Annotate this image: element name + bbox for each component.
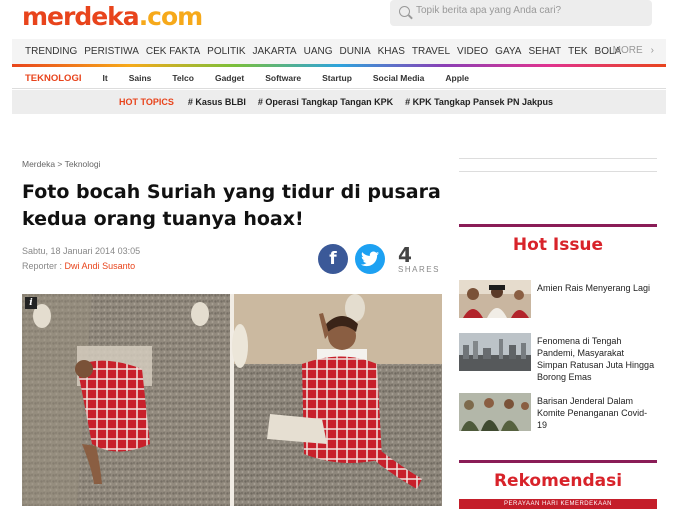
- rekomendasi-heading: Rekomendasi: [459, 460, 657, 491]
- subnav-item-apple[interactable]: Apple: [445, 73, 469, 83]
- sidebar-divider: [459, 158, 657, 172]
- share-count: 4: [398, 243, 412, 267]
- info-icon[interactable]: i: [25, 297, 37, 309]
- subnav-item-gadget[interactable]: Gadget: [215, 73, 244, 83]
- list-item[interactable]: Barisan Jenderal Dalam Komite Penanganan…: [459, 393, 657, 433]
- nav-item-peristiwa[interactable]: PERISTIWA: [84, 46, 146, 57]
- breadcrumb[interactable]: Merdeka > Teknologi: [22, 159, 101, 169]
- nav-item-trending[interactable]: TRENDING: [25, 46, 84, 57]
- nav-item-gaya[interactable]: GAYA: [495, 46, 528, 57]
- subnav-item-social-media[interactable]: Social Media: [373, 73, 425, 83]
- nav-item-jakarta[interactable]: JAKARTA: [253, 46, 304, 57]
- subnav-item-sains[interactable]: Sains: [129, 73, 152, 83]
- nav-more-button[interactable]: MORE ›: [605, 45, 654, 56]
- list-item[interactable]: Fenomena di Tengah Pandemi, Masyarakat S…: [459, 333, 657, 382]
- nav-item-dunia[interactable]: DUNIA: [340, 46, 378, 57]
- reporter-link[interactable]: Dwi Andi Susanto: [65, 261, 136, 271]
- nav-item-politik[interactable]: POLITIK: [207, 46, 252, 57]
- hot-issue-thumbnail: [459, 280, 531, 318]
- rekomendasi-banner[interactable]: PERAYAAN HARI KEMERDEKAAN: [459, 499, 657, 509]
- twitter-share-button[interactable]: [355, 244, 385, 274]
- main-nav: TRENDING PERISTIWA CEK FAKTA POLITIK JAK…: [12, 39, 666, 67]
- search-input[interactable]: [416, 5, 641, 16]
- list-item[interactable]: Amien Rais Menyerang Lagi: [459, 280, 657, 320]
- subnav-item-teknologi[interactable]: TEKNOLOGI: [25, 73, 81, 84]
- hot-topic-link[interactable]: # Operasi Tangkap Tangan KPK: [258, 97, 393, 107]
- top-header: merdeka.com: [0, 0, 678, 36]
- article-date: Sabtu, 18 Januari 2014 03:05: [22, 246, 141, 256]
- hot-issue-thumbnail: [459, 393, 531, 431]
- subnav-item-it[interactable]: It: [102, 73, 107, 83]
- article-photo-illustration: [22, 294, 442, 506]
- subnav-item-software[interactable]: Software: [265, 73, 301, 83]
- hot-issue-thumbnail-image: [459, 280, 531, 318]
- nav-item-uang[interactable]: UANG: [304, 46, 340, 57]
- search-box[interactable]: [390, 0, 652, 26]
- hot-topics-label: HOT TOPICS: [119, 97, 174, 107]
- hot-issue-thumbnail: [459, 333, 531, 371]
- sub-nav: TEKNOLOGI It Sains Telco Gadget Software…: [12, 68, 666, 89]
- article-photo[interactable]: i: [22, 294, 442, 506]
- hot-issue-title[interactable]: Amien Rais Menyerang Lagi: [537, 282, 655, 294]
- share-label: SHARES: [398, 265, 440, 274]
- reporter-label: Reporter :: [22, 261, 63, 271]
- hot-issue-title[interactable]: Barisan Jenderal Dalam Komite Penanganan…: [537, 395, 655, 431]
- hot-topic-link[interactable]: # Kasus BLBI: [188, 97, 246, 107]
- hot-issue-title[interactable]: Fenomena di Tengah Pandemi, Masyarakat S…: [537, 335, 655, 383]
- nav-more-label: MORE: [612, 45, 643, 56]
- nav-item-cek-fakta[interactable]: CEK FAKTA: [146, 46, 207, 57]
- site-logo[interactable]: merdeka.com: [22, 2, 204, 31]
- nav-item-travel[interactable]: TRAVEL: [412, 46, 457, 57]
- subnav-item-startup[interactable]: Startup: [322, 73, 352, 83]
- article-reporter: Reporter : Dwi Andi Susanto: [22, 261, 135, 271]
- nav-item-tek[interactable]: TEK: [568, 46, 594, 57]
- hot-issue-thumbnail-image: [459, 393, 531, 431]
- subnav-item-telco[interactable]: Telco: [172, 73, 194, 83]
- nav-item-sehat[interactable]: SEHAT: [528, 46, 568, 57]
- chevron-right-icon: ›: [650, 45, 654, 56]
- search-icon: [399, 6, 410, 17]
- twitter-icon: [361, 251, 379, 267]
- hot-topic-link[interactable]: # KPK Tangkap Pansek PN Jakpus: [405, 97, 553, 107]
- nav-item-video[interactable]: VIDEO: [457, 46, 495, 57]
- article-title: Foto bocah Suriah yang tidur di pusara k…: [22, 181, 441, 230]
- facebook-share-button[interactable]: f: [318, 244, 348, 274]
- nav-item-khas[interactable]: KHAS: [378, 46, 412, 57]
- hot-topics-bar: HOT TOPICS # Kasus BLBI # Operasi Tangka…: [12, 90, 666, 114]
- facebook-icon: f: [329, 249, 337, 269]
- hot-issue-heading: Hot Issue: [459, 224, 657, 255]
- hot-issue-thumbnail-image: [459, 333, 531, 371]
- logo-domain: .com: [138, 2, 204, 31]
- logo-text: merdeka: [22, 2, 140, 31]
